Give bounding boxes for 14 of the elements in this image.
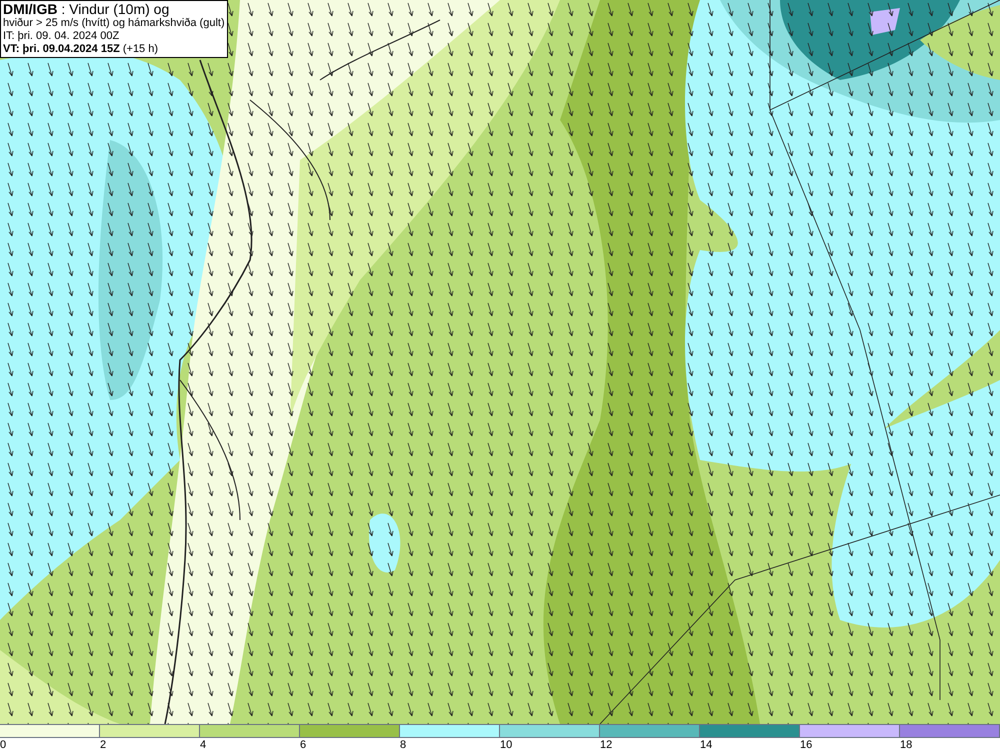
- legend-tick-label: 4: [200, 738, 206, 752]
- info-line: hviður > 25 m/s (hvítt) og hámarkshviða (gult): [3, 17, 225, 30]
- info-line: DMI/IGB : Vindur (10m) og: [3, 2, 170, 17]
- info-line: VT: þri. 09.04.2024 15Z (+15 h): [3, 43, 160, 56]
- legend-tick-label: 2: [100, 738, 106, 752]
- legend-tick-label: 14: [700, 738, 712, 752]
- legend-tick-label: 6: [300, 738, 306, 752]
- legend-tick-label: 8: [400, 738, 406, 752]
- info-line: IT: þri. 09. 04. 2024 00Z: [3, 30, 120, 43]
- legend-tick-label: 0: [0, 738, 6, 752]
- legend-tick-label: 16: [800, 738, 812, 752]
- legend-tick-label: 10: [500, 738, 512, 752]
- legend-tick-label: 18: [900, 738, 912, 752]
- legend-tick-label: 12: [600, 738, 612, 752]
